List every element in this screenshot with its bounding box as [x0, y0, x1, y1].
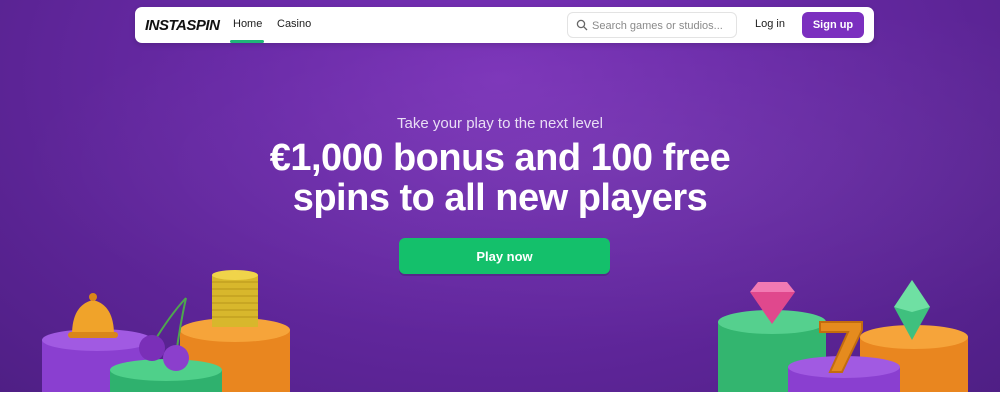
left-podiums-illustration [42, 270, 290, 392]
search-icon [576, 19, 588, 31]
hero-banner: INSTASPIN Home Casino Log in Sign up Tak… [0, 0, 1000, 392]
headline-text: €1,000 bonus and 100 free spins to all n… [269, 137, 731, 219]
logo[interactable]: INSTASPIN [145, 17, 220, 34]
search-box[interactable] [567, 12, 737, 38]
nav-home-link[interactable]: Home [233, 18, 262, 30]
right-podiums-illustration [718, 280, 968, 392]
play-now-button[interactable]: Play now [399, 238, 610, 274]
active-tab-indicator [230, 40, 264, 43]
coin-stack-icon [212, 270, 258, 327]
bell-icon [68, 293, 118, 338]
search-input[interactable] [590, 17, 734, 35]
nav-casino-link[interactable]: Casino [277, 18, 311, 30]
signup-button[interactable]: Sign up [802, 12, 864, 38]
hero-headline: €1,000 bonus and 100 free spins to all n… [0, 138, 1000, 218]
hero-tagline: Take your play to the next level [397, 115, 603, 132]
page-bottom-edge [0, 392, 1000, 400]
top-navbar: INSTASPIN Home Casino Log in Sign up [135, 7, 874, 43]
login-button[interactable]: Log in [755, 18, 785, 30]
